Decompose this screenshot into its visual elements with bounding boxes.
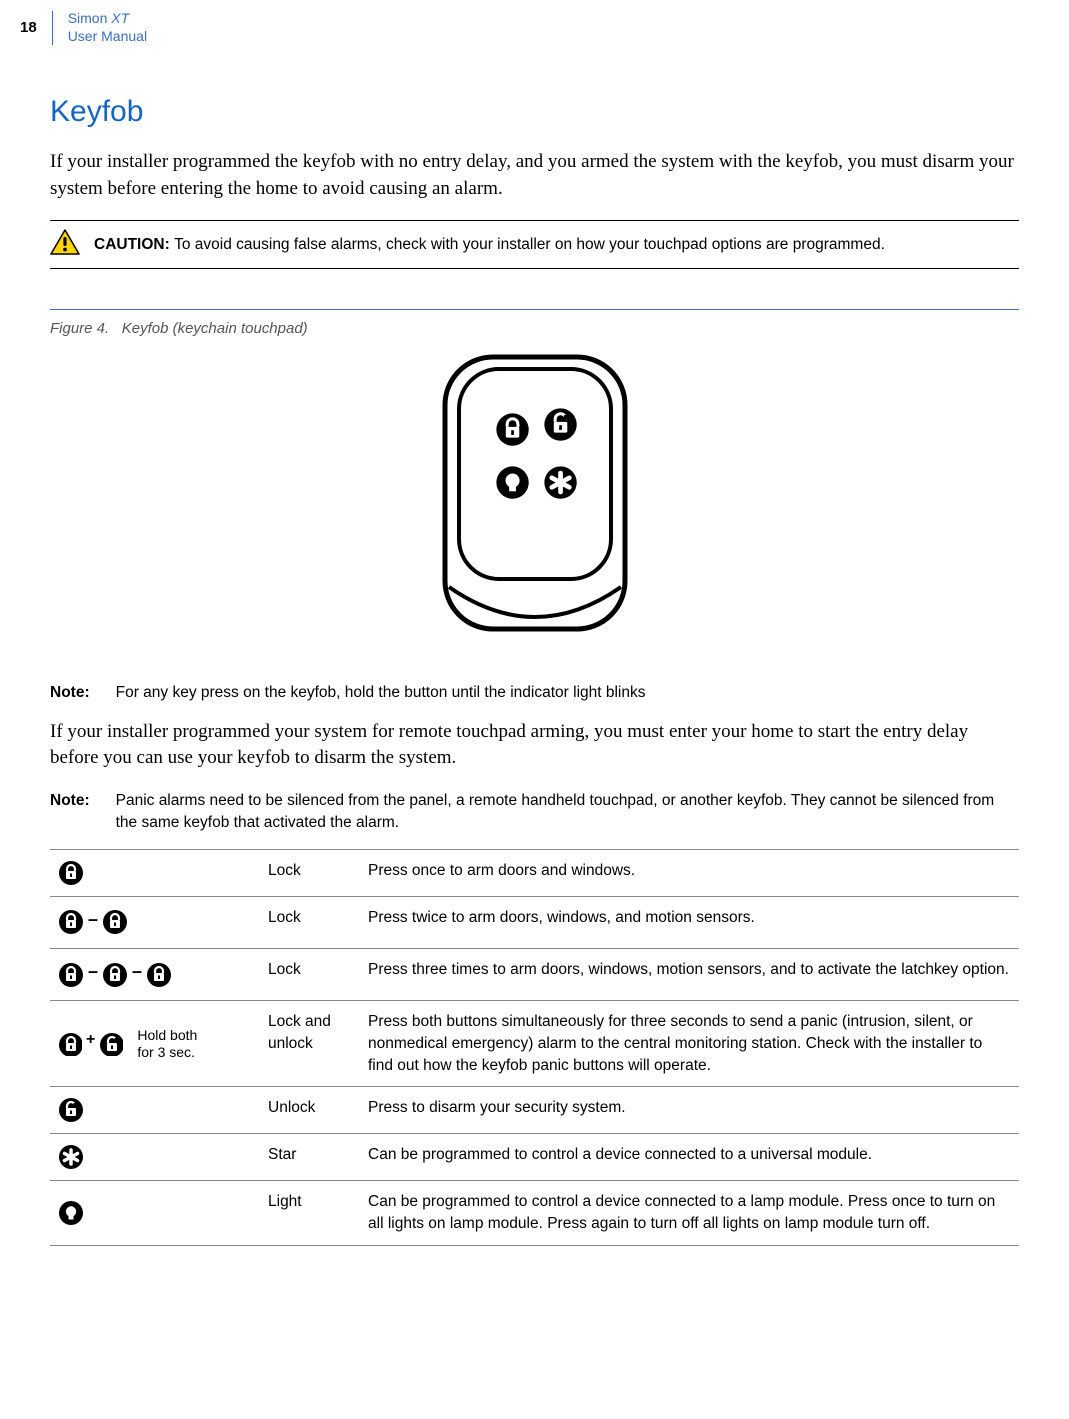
icon-cell: – –: [50, 948, 260, 1000]
lock-icon: [58, 909, 84, 935]
lock-icon: [102, 962, 128, 988]
note-1: Note: For any key press on the keyfob, h…: [50, 682, 1019, 704]
note-2: Note: Panic alarms need to be silenced f…: [50, 790, 1019, 835]
icon-cell: [50, 1087, 260, 1134]
lock-icon: [146, 962, 172, 988]
hold-instruction: Hold bothfor 3 sec.: [137, 1027, 197, 1061]
header-divider: [52, 11, 53, 45]
table-row: Star Can be programmed to control a devi…: [50, 1134, 1019, 1181]
lock-icon: [102, 909, 128, 935]
doc-title-line1: Simon XT: [68, 10, 129, 26]
caution-text: CAUTION: To avoid causing false alarms, …: [94, 236, 885, 254]
mid-paragraph: If your installer programmed your system…: [50, 719, 1019, 772]
desc-cell: Can be programmed to control a device co…: [360, 1181, 1019, 1245]
lock-icon: [58, 1032, 82, 1056]
table-row: + Hold bothfor 3 sec. Lock and unlock Pr…: [50, 1001, 1019, 1087]
desc-cell: Press three times to arm doors, windows,…: [360, 948, 1019, 1000]
label-cell: Star: [260, 1134, 360, 1181]
caution-box: CAUTION: To avoid causing false alarms, …: [50, 220, 1019, 269]
icon-cell: [50, 1181, 260, 1245]
desc-cell: Press both buttons simultaneously for th…: [360, 1001, 1019, 1087]
keyfob-table: Lock Press once to arm doors and windows…: [50, 849, 1019, 1246]
label-cell: Lock: [260, 896, 360, 948]
section-heading: Keyfob: [50, 95, 1019, 129]
figure-caption: Figure 4. Keyfob (keychain touchpad): [50, 309, 1019, 337]
light-icon: [58, 1200, 84, 1226]
label-cell: Lock and unlock: [260, 1001, 360, 1087]
icon-cell: + Hold bothfor 3 sec.: [50, 1001, 260, 1087]
lock-icon: [58, 962, 84, 988]
label-cell: Lock: [260, 948, 360, 1000]
label-cell: Light: [260, 1181, 360, 1245]
table-row: Light Can be programmed to control a dev…: [50, 1181, 1019, 1245]
table-row: Lock Press once to arm doors and windows…: [50, 849, 1019, 896]
lock-icon: [58, 860, 84, 886]
unlock-icon: [58, 1097, 84, 1123]
caution-icon: [50, 229, 80, 260]
desc-cell: Can be programmed to control a device co…: [360, 1134, 1019, 1181]
unlock-icon: [99, 1032, 123, 1056]
table-row: – Lock Press twice to arm doors, windows…: [50, 896, 1019, 948]
icon-cell: –: [50, 896, 260, 948]
table-row: – – Lock Press three times to arm doors,…: [50, 948, 1019, 1000]
intro-paragraph: If your installer programmed the keyfob …: [50, 149, 1019, 202]
desc-cell: Press twice to arm doors, windows, and m…: [360, 896, 1019, 948]
page-number: 18: [20, 19, 52, 36]
desc-cell: Press to disarm your security system.: [360, 1087, 1019, 1134]
icon-cell: [50, 1134, 260, 1181]
doc-title-line2: User Manual: [68, 28, 147, 44]
label-cell: Lock: [260, 849, 360, 896]
document-title: Simon XT User Manual: [68, 10, 147, 45]
keyfob-figure: [50, 347, 1019, 652]
desc-cell: Press once to arm doors and windows.: [360, 849, 1019, 896]
table-row: Unlock Press to disarm your security sys…: [50, 1087, 1019, 1134]
star-icon: [58, 1144, 84, 1170]
icon-cell: [50, 849, 260, 896]
page-header: 18 Simon XT User Manual: [20, 10, 1019, 45]
label-cell: Unlock: [260, 1087, 360, 1134]
